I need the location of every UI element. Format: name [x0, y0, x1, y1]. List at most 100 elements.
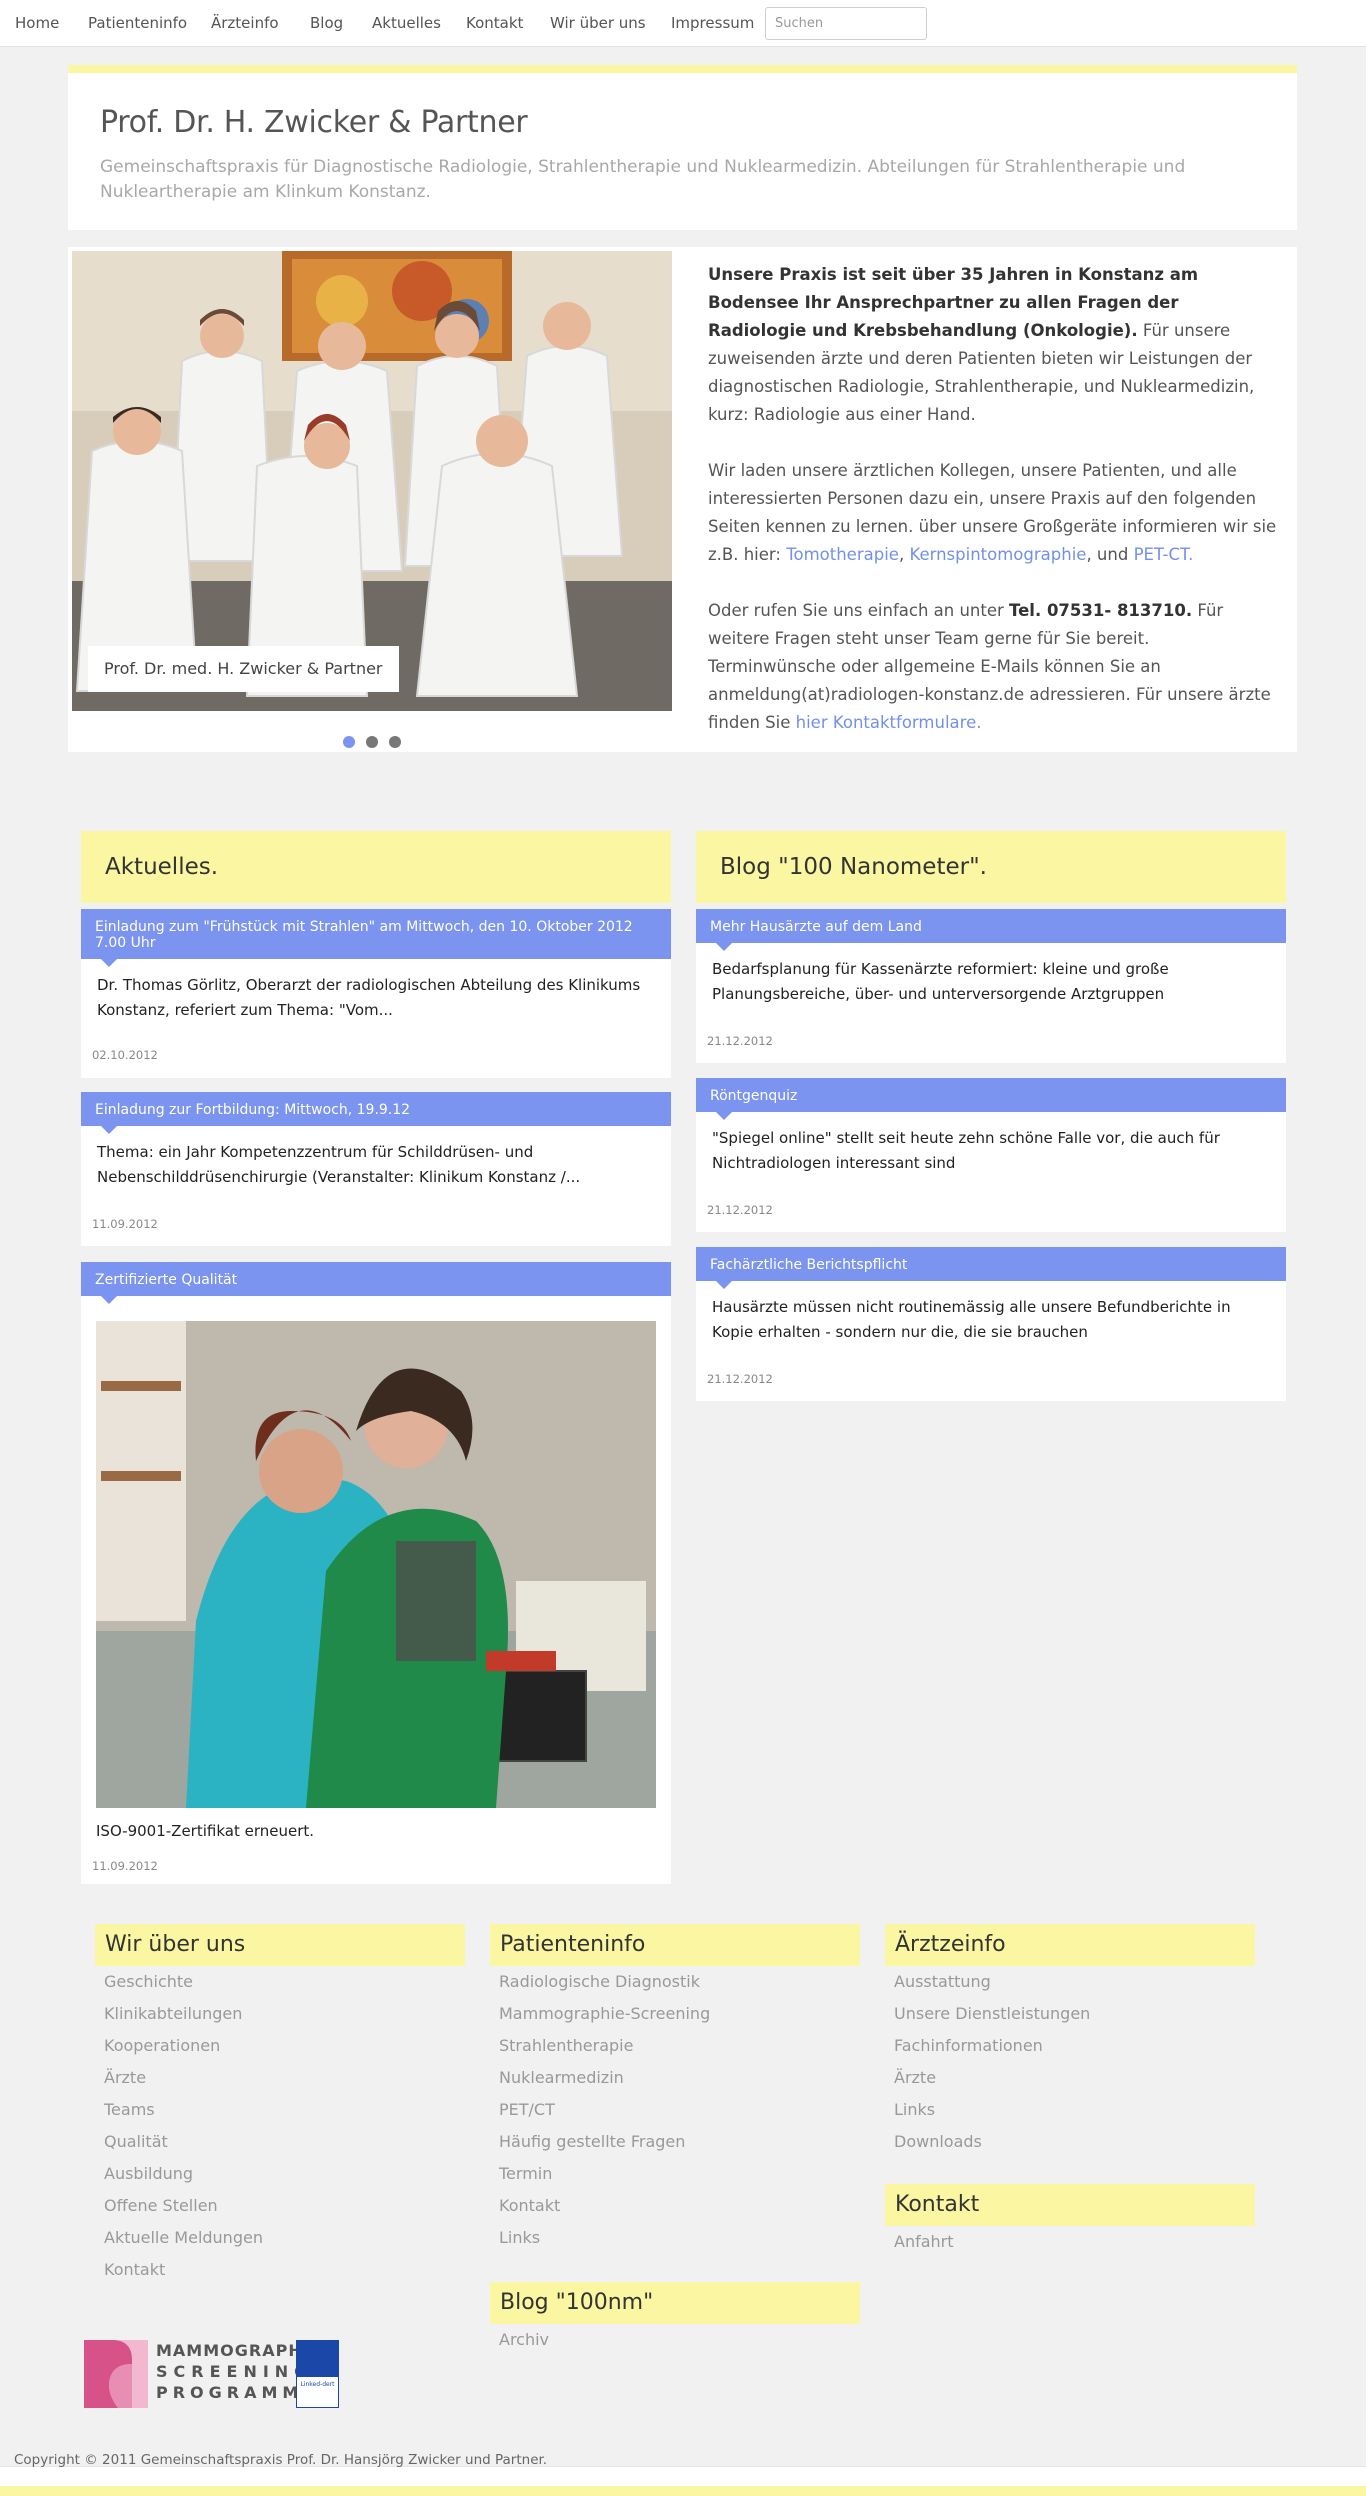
nav-kontakt[interactable]: Kontakt — [466, 0, 523, 47]
footer-link-anfahrt[interactable]: Anfahrt — [894, 2232, 954, 2251]
link-kontaktformulare[interactable]: hier Kontaktformulare. — [796, 713, 982, 732]
nav-aktuelles[interactable]: Aktuelles — [372, 0, 441, 47]
footer-link-teams[interactable]: Teams — [104, 2100, 155, 2119]
footer-heading-aerzteinfo: Ärztzeinfo — [885, 1924, 1255, 1966]
footer-link-klinikabteilungen[interactable]: Klinikabteilungen — [104, 2004, 242, 2023]
slider-dot-2[interactable] — [366, 736, 378, 748]
slider-dot-3[interactable] — [389, 736, 401, 748]
header-card: Prof. Dr. H. Zwicker & Partner Gemeinsch… — [68, 65, 1297, 230]
blog-post-date: 21.12.2012 — [707, 1203, 773, 1217]
intro-text: Unsere Praxis ist seit über 35 Jahren in… — [708, 261, 1278, 765]
footer-link-qualitaet[interactable]: Qualität — [104, 2132, 168, 2151]
blog-post-1[interactable]: Mehr Hausärzte auf dem Land Bedarfsplanu… — [696, 909, 1286, 1063]
news-post-excerpt: Dr. Thomas Görlitz, Oberarzt der radiolo… — [97, 976, 641, 1019]
footer-link-faq[interactable]: Häufig gestellte Fragen — [499, 2132, 685, 2151]
site-title[interactable]: Prof. Dr. H. Zwicker & Partner — [100, 105, 528, 140]
blog-post-3[interactable]: Fachärztliche Berichtspflicht Hausärzte … — [696, 1247, 1286, 1401]
link-kernspintomographie[interactable]: Kernspintomographie — [909, 545, 1086, 564]
intro-paragraph-1: Unsere Praxis ist seit über 35 Jahren in… — [708, 261, 1278, 429]
blog-post-title[interactable]: Mehr Hausärzte auf dem Land — [696, 909, 1286, 951]
footer-link-aktuelle-meldungen[interactable]: Aktuelle Meldungen — [104, 2228, 263, 2247]
news-post-3[interactable]: Zertifizierte Qualität ISO-9001-Zertifik… — [81, 1262, 671, 1884]
blog-post-2[interactable]: Röntgenquiz "Spiegel online" stellt seit… — [696, 1078, 1286, 1232]
news-post-excerpt: Thema: ein Jahr Kompetenzzentrum für Sch… — [97, 1143, 581, 1186]
intro-p3-start: Oder rufen Sie uns einfach an unter — [708, 601, 1010, 620]
footer-link-nuklearmedizin[interactable]: Nuklearmedizin — [499, 2068, 624, 2087]
search-input[interactable] — [765, 7, 927, 40]
bottom-accent-strip — [0, 2486, 1366, 2496]
team-photo — [72, 251, 672, 711]
mammographie-screening-logo[interactable]: MAMMOGRAPHIE SCREENING PROGRAMM Linked-d… — [84, 2340, 339, 2408]
slider-caption: Prof. Dr. med. H. Zwicker & Partner — [88, 646, 399, 692]
footer-link-geschichte[interactable]: Geschichte — [104, 1972, 193, 1991]
quality-photo — [96, 1321, 656, 1808]
intro-sep-1: , — [898, 545, 910, 564]
footer-link-aerzte[interactable]: Ärzte — [104, 2068, 146, 2087]
footer-link-termin[interactable]: Termin — [499, 2164, 552, 2183]
blog-post-excerpt: Hausärzte müssen nicht routinemässig all… — [712, 1298, 1231, 1341]
footer-heading-wir: Wir über uns — [95, 1924, 465, 1966]
mammographie-logo-mark — [84, 2340, 148, 2408]
blog-post-title[interactable]: Röntgenquiz — [696, 1078, 1286, 1120]
footer-link-pet-ct[interactable]: PET/CT — [499, 2100, 555, 2119]
intro-phone: Tel. 07531- 813710. — [1009, 601, 1193, 620]
intro-card: Prof. Dr. med. H. Zwicker & Partner Unse… — [68, 247, 1297, 752]
team-photo-slider[interactable]: Prof. Dr. med. H. Zwicker & Partner — [72, 251, 672, 711]
link-tomotherapie[interactable]: Tomotherapie — [786, 545, 899, 564]
news-post-1[interactable]: Einladung zum "Frühstück mit Strahlen" a… — [81, 909, 671, 1078]
blog-post-date: 21.12.2012 — [707, 1034, 773, 1048]
blog-post-excerpt: "Spiegel online" stellt seit heute zehn … — [712, 1129, 1220, 1172]
certification-badge-label: Linked-dert — [300, 2381, 335, 2388]
news-post-title[interactable]: Einladung zum "Frühstück mit Strahlen" a… — [81, 909, 671, 967]
blog-post-date: 21.12.2012 — [707, 1372, 773, 1386]
nav-patienteninfo[interactable]: Patienteninfo — [88, 0, 187, 47]
footer-link-offene-stellen[interactable]: Offene Stellen — [104, 2196, 218, 2215]
news-post-date: 11.09.2012 — [92, 1859, 158, 1873]
intro-paragraph-2: Wir laden unsere ärztlichen Kollegen, un… — [708, 457, 1278, 569]
news-post-2[interactable]: Einladung zur Fortbildung: Mittwoch, 19.… — [81, 1092, 671, 1246]
news-post-title[interactable]: Einladung zur Fortbildung: Mittwoch, 19.… — [81, 1092, 671, 1134]
slider-dot-1[interactable] — [343, 736, 355, 748]
news-post-date: 02.10.2012 — [92, 1048, 158, 1062]
nav-home[interactable]: Home — [15, 0, 59, 47]
footer-link-strahlentherapie[interactable]: Strahlentherapie — [499, 2036, 633, 2055]
blog-post-excerpt: Bedarfsplanung für Kassenärzte reformier… — [712, 960, 1169, 1003]
certification-badge: Linked-dert — [296, 2340, 339, 2408]
news-post-excerpt: ISO-9001-Zertifikat erneuert. — [96, 1822, 315, 1840]
top-navbar: Home Patienteninfo Ärzteinfo Blog Aktuel… — [0, 0, 1366, 47]
news-post-title[interactable]: Zertifizierte Qualität — [81, 1262, 671, 1304]
intro-bold-statement: Unsere Praxis ist seit über 35 Jahren in… — [708, 265, 1199, 340]
news-heading: Aktuelles. — [81, 831, 671, 903]
footer-link-kontakt[interactable]: Kontakt — [104, 2260, 165, 2279]
footer-link-links-patienten[interactable]: Links — [499, 2228, 540, 2247]
nav-aerzteinfo[interactable]: Ärzteinfo — [211, 0, 279, 47]
intro-paragraph-3: Oder rufen Sie uns einfach an unter Tel.… — [708, 597, 1278, 737]
footer-link-kooperationen[interactable]: Kooperationen — [104, 2036, 220, 2055]
footer-link-ausstattung[interactable]: Ausstattung — [894, 1972, 991, 1991]
footer-heading-blog: Blog "100nm" — [490, 2282, 860, 2324]
site-subtitle: Gemeinschaftspraxis für Diagnostische Ra… — [100, 157, 1186, 202]
footer-link-kontakt-patienten[interactable]: Kontakt — [499, 2196, 560, 2215]
footer-link-fachinformationen[interactable]: Fachinformationen — [894, 2036, 1043, 2055]
nav-wir-ueber-uns[interactable]: Wir über uns — [550, 0, 646, 47]
nav-blog[interactable]: Blog — [310, 0, 343, 47]
footer-link-archiv[interactable]: Archiv — [499, 2330, 549, 2349]
footer-link-mammographie-screening[interactable]: Mammographie-Screening — [499, 2004, 710, 2023]
footer-link-ausbildung[interactable]: Ausbildung — [104, 2164, 193, 2183]
copyright-text: Copyright © 2011 Gemeinschaftspraxis Pro… — [14, 2452, 548, 2468]
blog-heading: Blog "100 Nanometer". — [696, 831, 1286, 903]
footer-link-aerzte-info[interactable]: Ärzte — [894, 2068, 936, 2087]
intro-p3-text: Für weitere Fragen steht unser Team gern… — [708, 601, 1271, 732]
intro-sep-2: , und — [1086, 545, 1134, 564]
nav-impressum[interactable]: Impressum — [671, 0, 754, 47]
footer-link-links-aerzte[interactable]: Links — [894, 2100, 935, 2119]
news-post-date: 11.09.2012 — [92, 1217, 158, 1231]
footer-heading-kontakt: Kontakt — [885, 2184, 1255, 2226]
blog-post-title[interactable]: Fachärztliche Berichtspflicht — [696, 1247, 1286, 1289]
footer-heading-patienteninfo: Patienteninfo — [490, 1924, 860, 1966]
link-pet-ct[interactable]: PET-CT. — [1134, 545, 1194, 564]
certification-badge-icon — [297, 2341, 338, 2377]
footer-link-dienstleistungen[interactable]: Unsere Dienstleistungen — [894, 2004, 1090, 2023]
footer-link-radiologische-diagnostik[interactable]: Radiologische Diagnostik — [499, 1972, 700, 1991]
footer-link-downloads[interactable]: Downloads — [894, 2132, 982, 2151]
